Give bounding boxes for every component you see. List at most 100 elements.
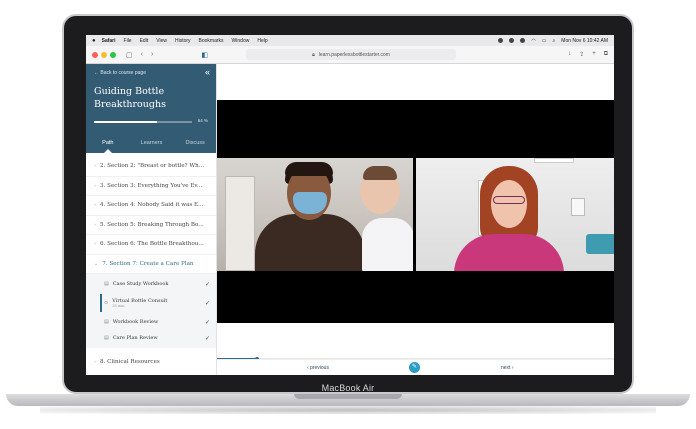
laptop-notch: [294, 394, 402, 399]
toolbar-right: ↓ ⇪ + ⧉: [568, 51, 608, 58]
back-to-course-link[interactable]: ← Back to course page: [94, 70, 208, 76]
chevron-right-icon: ›: [94, 163, 96, 170]
search-icon[interactable]: ⌕: [552, 38, 555, 44]
video-person-head: [491, 180, 527, 228]
section-item[interactable]: › 5. Section 5: Breaking Through Bo...: [86, 216, 216, 235]
battery-icon[interactable]: ▭: [542, 38, 547, 44]
section-item[interactable]: › 8. Clinical Resources: [86, 352, 216, 372]
section-item[interactable]: › 2. Section 2: "Breast or bottle? Wh...: [86, 157, 216, 177]
lesson-label: Care Plan Review: [112, 335, 158, 341]
lesson-item[interactable]: ▤ Workbook Review ✓: [86, 314, 216, 330]
doc-icon: ▤: [104, 335, 109, 341]
video-scene-sofa: [586, 234, 614, 254]
menu-view[interactable]: View: [156, 38, 167, 44]
video-player[interactable]: [217, 100, 614, 361]
menu-file[interactable]: File: [124, 38, 132, 44]
check-icon: ✓: [204, 280, 210, 288]
tab-path[interactable]: Path: [86, 135, 130, 153]
status-icon[interactable]: [520, 38, 526, 43]
lesson-content: ‹ previous ✎ next ›: [217, 64, 614, 375]
video-scene-light: [534, 158, 574, 163]
download-icon[interactable]: ↓: [568, 51, 571, 58]
previous-link[interactable]: ‹ previous: [307, 365, 329, 371]
check-icon: ✓: [204, 334, 210, 342]
close-window-icon[interactable]: [92, 51, 98, 58]
status-icon[interactable]: [509, 38, 515, 43]
video-feed-right: [416, 158, 614, 271]
tabs-overview-icon[interactable]: ⧉: [604, 51, 608, 58]
section-label: 2. Section 2: "Breast or bottle? Wh...: [100, 163, 205, 170]
lesson-item-current[interactable]: ⊙ Virtual Bottle Consult 28 min ✓: [86, 292, 216, 314]
section-label: 4. Section 4: Nobody Said it was E...: [100, 202, 204, 209]
lesson-item[interactable]: ▤ Care Plan Review ✓: [86, 330, 216, 346]
chevron-down-icon: ⌄: [94, 260, 99, 267]
menu-bookmarks[interactable]: Bookmarks: [199, 38, 224, 44]
wifi-icon[interactable]: ◠: [531, 38, 535, 44]
menubar-clock[interactable]: Mon Nov 6 10:42 AM: [561, 38, 608, 44]
menu-help[interactable]: Help: [257, 38, 267, 44]
section-item[interactable]: › 4. Section 4: Nobody Said it was E...: [86, 196, 216, 216]
new-tab-icon[interactable]: +: [592, 51, 596, 58]
device-brand-label: MacBook Air: [321, 383, 375, 393]
status-icon[interactable]: [498, 38, 504, 43]
browser-toolbar: ▢ ‹ › ◧ 🔒︎ learn.paperlessbottlestarter.…: [86, 46, 614, 64]
next-link[interactable]: next ›: [501, 365, 514, 371]
lesson-navigation: ‹ previous ✎ next ›: [217, 359, 614, 375]
zoom-window-icon[interactable]: [110, 51, 116, 58]
apple-icon[interactable]: ●: [92, 38, 96, 44]
doc-icon: ▤: [104, 281, 109, 287]
section-list: › 2. Section 2: "Breast or bottle? Wh... …: [86, 153, 216, 372]
menubar-status: ◠ ▭ ⌕ Mon Nov 6 10:42 AM: [498, 38, 608, 44]
video-baby-hair: [363, 166, 397, 180]
video-feed-left: [217, 158, 413, 271]
section-item[interactable]: › 3. Section 3: Everything You've Ev...: [86, 177, 216, 196]
lesson-text: Virtual Bottle Consult 28 min: [112, 298, 205, 308]
menu-window[interactable]: Window: [232, 38, 250, 44]
chevron-right-icon: ›: [94, 182, 96, 189]
chevron-right-icon: ›: [94, 221, 96, 228]
macos-menubar: ● Safari File Edit View History Bookmark…: [86, 35, 614, 46]
course-progress-label: 64 %: [197, 118, 208, 123]
lesson-label: Workbook Review: [112, 319, 159, 325]
chevron-right-icon: ›: [94, 358, 96, 365]
section-item-active[interactable]: ⌄ 7. Section 7: Create a Care Plan: [86, 255, 216, 274]
minimize-window-icon[interactable]: [101, 51, 107, 58]
lesson-label: Case Study Workbook: [112, 281, 169, 287]
address-bar[interactable]: 🔒︎ learn.paperlessbottlestarter.com: [246, 49, 456, 60]
check-icon: ✓: [204, 299, 210, 307]
tab-discuss[interactable]: Discuss: [173, 135, 217, 153]
glasses: [493, 196, 525, 204]
chevron-right-icon: ›: [94, 202, 96, 209]
forward-arrow-icon[interactable]: ›: [151, 51, 153, 58]
shield-icon[interactable]: ◧: [201, 51, 208, 59]
menu-safari[interactable]: Safari: [102, 38, 116, 44]
laptop-mockup: MacBook Air ● Safari File Edit View Hist…: [0, 0, 696, 429]
chevron-right-icon: ›: [94, 241, 96, 248]
menu-history[interactable]: History: [175, 38, 191, 44]
section-label: 3. Section 3: Everything You've Ev...: [100, 182, 203, 189]
section-label: 8. Clinical Resources: [100, 358, 160, 365]
lesson-list: ▤ Case Study Workbook ✓ ⊙ Virtual Bottle…: [86, 274, 216, 348]
lesson-item[interactable]: ▤ Case Study Workbook ✓: [86, 276, 216, 292]
video-baby-body: [362, 218, 413, 271]
video-person-body: [255, 214, 365, 271]
pencil-icon[interactable]: ✎: [409, 362, 420, 373]
menu-edit[interactable]: Edit: [140, 38, 149, 44]
tab-learners[interactable]: Learners: [130, 135, 174, 153]
sidebar-toggle-icon[interactable]: ▢: [126, 51, 133, 59]
course-title: Guiding Bottle Breakthroughs: [94, 86, 166, 110]
video-person-hair: [285, 162, 333, 176]
collapse-sidebar-icon[interactable]: «: [205, 67, 210, 77]
video-scene-frame: [571, 198, 585, 216]
section-label: 5. Section 5: Breaking Through Bo...: [100, 221, 204, 228]
back-arrow-icon[interactable]: ‹: [141, 51, 143, 58]
course-progress-bar: [94, 121, 192, 123]
laptop-screen: ● Safari File Edit View History Bookmark…: [86, 35, 614, 375]
share-icon[interactable]: ⇪: [579, 51, 584, 58]
face-mask: [293, 192, 327, 214]
sidebar-header: ← Back to course page « Guiding Bottle B…: [86, 64, 216, 153]
video-scene-door: [225, 176, 255, 271]
section-item[interactable]: › 6. Section 6: The Bottle Breakthou...: [86, 235, 216, 255]
check-icon: ✓: [204, 318, 210, 326]
video-person-body: [454, 234, 564, 271]
